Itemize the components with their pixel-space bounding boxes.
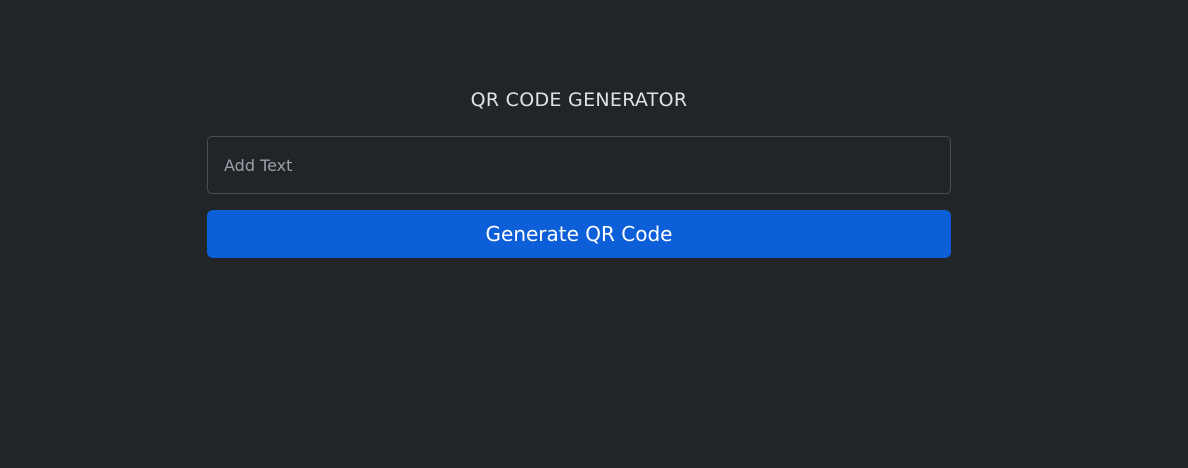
generate-qr-code-button[interactable]: Generate QR Code [207, 210, 951, 258]
text-input-wrapper [207, 136, 951, 194]
qr-generator-form: QR CODE GENERATOR Generate QR Code [207, 84, 951, 258]
text-input[interactable] [207, 136, 951, 194]
page-title: QR CODE GENERATOR [470, 89, 688, 111]
page: QR CODE GENERATOR Generate QR Code [0, 0, 1188, 468]
